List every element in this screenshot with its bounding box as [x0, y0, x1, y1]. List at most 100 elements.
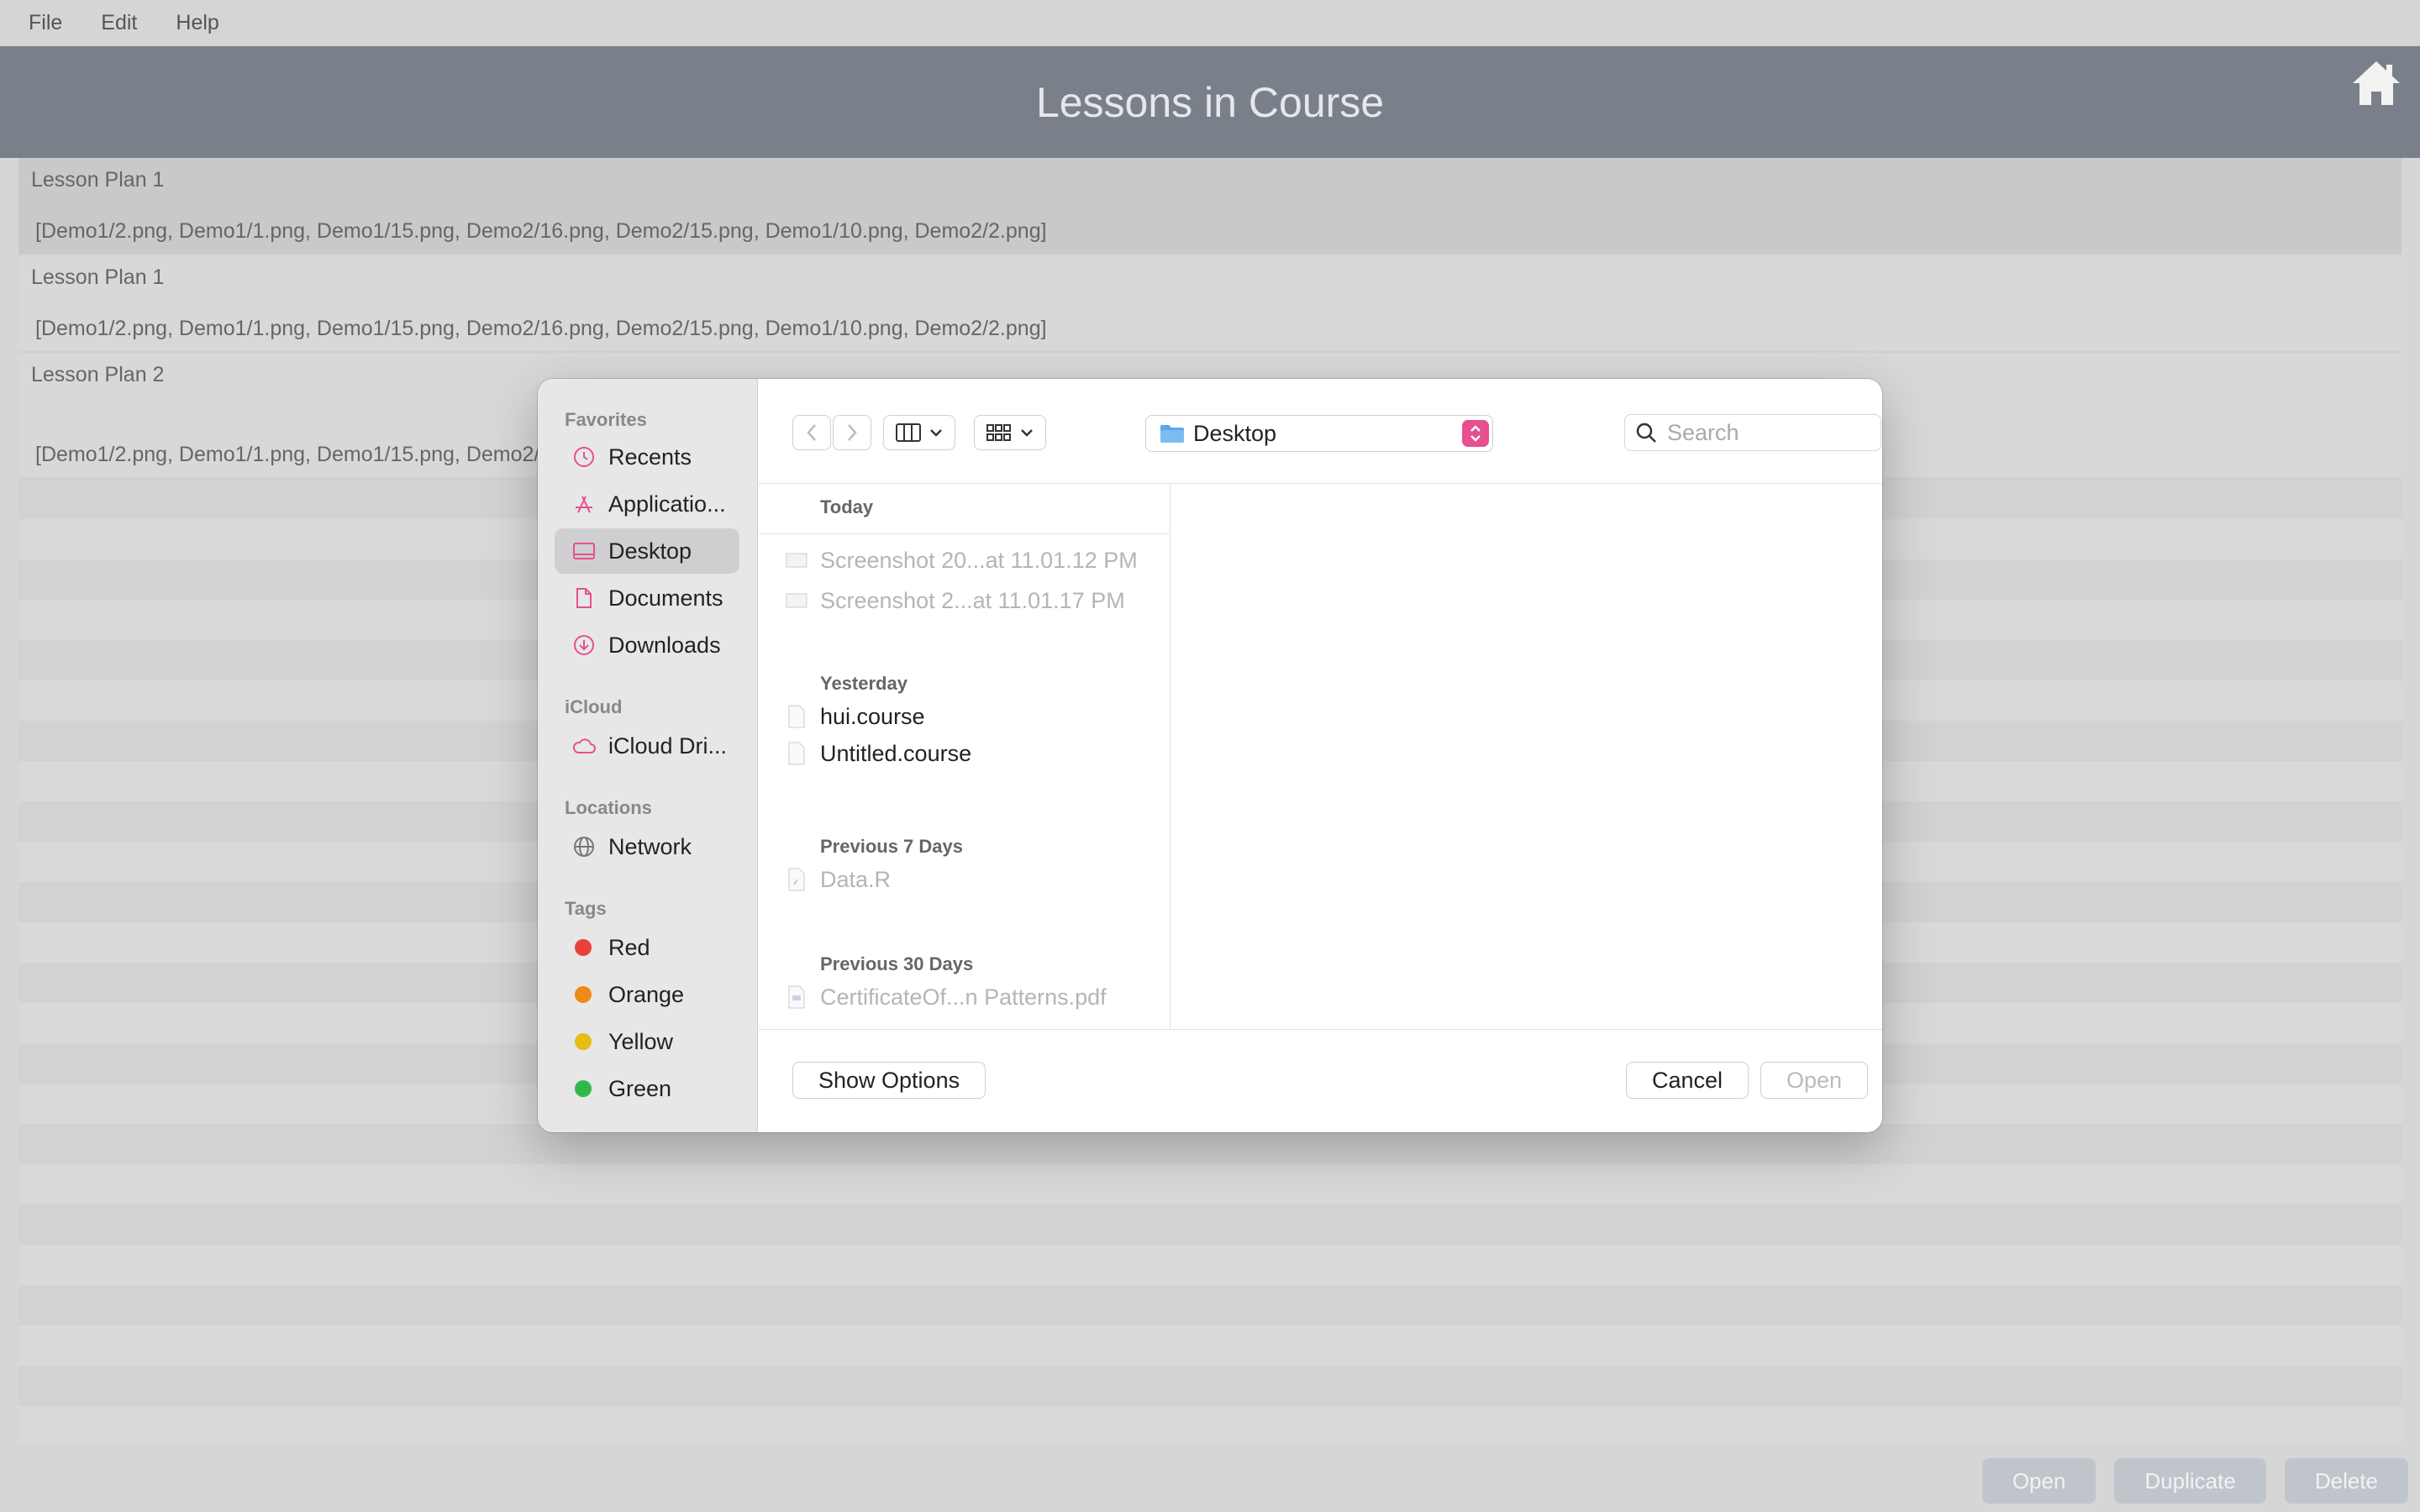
favorites-section-title: Favorites — [565, 409, 647, 430]
lesson-images: [Demo1/2.png, Demo1/1.png, Demo1/15.png,… — [35, 443, 564, 466]
back-button[interactable] — [792, 415, 831, 450]
locations-section-title: Locations — [565, 797, 652, 818]
file-name: Screenshot 2...at 11.01.17 PM — [820, 587, 1125, 613]
duplicate-button[interactable]: Duplicate — [2114, 1458, 2266, 1504]
file-item[interactable]: Untitled.course — [786, 737, 971, 770]
open-file-button[interactable]: Open — [1760, 1062, 1869, 1099]
forward-button[interactable] — [833, 415, 871, 450]
icloud-section-title: iCloud — [565, 696, 623, 717]
file-name: hui.course — [820, 703, 925, 729]
sidebar-item-documents[interactable]: Documents — [555, 575, 739, 621]
file-item[interactable]: Screenshot 2...at 11.01.17 PM — [786, 584, 1125, 617]
applications-icon — [571, 491, 597, 517]
menu-bar: File Edit Help — [0, 0, 2420, 46]
sidebar-item-label: Orange — [608, 981, 685, 1007]
menu-file[interactable]: File — [29, 11, 62, 35]
r-script-file-icon — [786, 867, 808, 892]
bottom-actions: Open Duplicate Delete — [1981, 1458, 2408, 1504]
lesson-name: Lesson Plan 2 — [31, 363, 165, 386]
sidebar-item-label: Yellow — [608, 1028, 674, 1054]
open-file-dialog: Favorites Recents Applicatio... Desktop … — [538, 379, 1882, 1132]
file-name: CertificateOf...n Patterns.pdf — [820, 984, 1107, 1010]
sidebar-item-label: Desktop — [608, 538, 692, 564]
search-field[interactable] — [1624, 414, 1881, 451]
sidebar-item-label: Recents — [608, 444, 692, 470]
group-yesterday: Yesterday — [820, 673, 908, 694]
sidebar-item-label: Documents — [608, 585, 723, 611]
pdf-file-icon — [786, 984, 808, 1010]
dialog-toolbar: Desktop — [759, 379, 1882, 484]
group-previous-30-days: Previous 30 Days — [820, 953, 974, 974]
red-tag-icon — [575, 939, 592, 956]
chevron-right-icon — [848, 424, 857, 441]
green-tag-icon — [575, 1080, 592, 1097]
dialog-sidebar: Favorites Recents Applicatio... Desktop … — [538, 379, 758, 1132]
file-item[interactable]: Data.R — [786, 863, 891, 896]
page-title: Lessons in Course — [1035, 79, 1385, 126]
group-today: Today — [820, 496, 874, 517]
file-list: Today Screenshot 20...at 11.01.12 PM Scr… — [759, 485, 1171, 1029]
lesson-name: Lesson Plan 1 — [31, 265, 165, 289]
preview-pane — [1171, 485, 1882, 1029]
delete-button[interactable]: Delete — [2284, 1458, 2408, 1504]
document-file-icon — [786, 741, 808, 766]
download-icon — [571, 633, 597, 658]
view-mode-button[interactable] — [883, 415, 955, 450]
grid-icon — [986, 424, 1011, 441]
search-icon — [1636, 423, 1656, 443]
menu-help[interactable]: Help — [176, 11, 218, 35]
sidebar-item-applications[interactable]: Applicatio... — [555, 481, 739, 527]
location-popup[interactable]: Desktop — [1145, 415, 1493, 452]
home-icon[interactable] — [2349, 56, 2403, 110]
group-previous-7-days: Previous 7 Days — [820, 836, 963, 857]
group-by-button[interactable] — [974, 415, 1046, 450]
sidebar-item-desktop[interactable]: Desktop — [555, 528, 739, 574]
tags-section-title: Tags — [565, 898, 607, 919]
sidebar-item-downloads[interactable]: Downloads — [555, 622, 739, 668]
sidebar-tag-green[interactable]: Green — [555, 1066, 739, 1111]
search-input[interactable] — [1667, 419, 1869, 446]
document-icon — [571, 585, 597, 611]
chevron-left-icon — [807, 424, 816, 441]
chevron-down-icon — [1021, 429, 1033, 437]
file-item[interactable]: CertificateOf...n Patterns.pdf — [786, 980, 1107, 1014]
file-item[interactable]: Screenshot 20...at 11.01.12 PM — [786, 543, 1138, 577]
clock-icon — [571, 444, 597, 470]
dialog-main: Desktop Today Screenshot 20...at 11.01.1… — [759, 379, 1882, 1132]
menu-edit[interactable]: Edit — [101, 11, 137, 35]
desktop-icon — [571, 538, 597, 564]
sidebar-item-label: Red — [608, 934, 650, 960]
folder-icon — [1160, 425, 1184, 443]
cancel-button[interactable]: Cancel — [1626, 1062, 1749, 1099]
lesson-name: Lesson Plan 1 — [31, 168, 165, 192]
sidebar-tag-red[interactable]: Red — [555, 925, 739, 970]
sidebar-item-icloud-drive[interactable]: iCloud Dri... — [555, 723, 739, 769]
dialog-footer: Show Options Cancel Open — [759, 1029, 1882, 1132]
sidebar-item-label: Applicatio... — [608, 491, 726, 517]
open-button[interactable]: Open — [1981, 1458, 2096, 1504]
sidebar-tag-yellow[interactable]: Yellow — [555, 1019, 739, 1064]
lesson-images: [Demo1/2.png, Demo1/1.png, Demo1/15.png,… — [35, 317, 1047, 340]
file-item[interactable]: hui.course — [786, 700, 925, 733]
location-label: Desktop — [1193, 420, 1277, 446]
sidebar-item-network[interactable]: Network — [555, 824, 739, 869]
columns-view-icon — [896, 423, 921, 442]
sidebar-tag-orange[interactable]: Orange — [555, 972, 739, 1017]
image-file-icon — [786, 548, 808, 573]
sidebar-item-label: Downloads — [608, 632, 721, 658]
orange-tag-icon — [575, 986, 592, 1003]
file-name: Untitled.course — [820, 740, 972, 766]
yellow-tag-icon — [575, 1033, 592, 1050]
image-file-icon — [786, 588, 808, 613]
document-file-icon — [786, 704, 808, 729]
file-name: Data.R — [820, 866, 892, 892]
divider — [759, 533, 1171, 534]
app-header: Lessons in Course — [0, 46, 2420, 158]
show-options-button[interactable]: Show Options — [792, 1062, 986, 1099]
sidebar-item-recents[interactable]: Recents — [555, 434, 739, 480]
list-item[interactable]: Lesson Plan 1 [Demo1/2.png, Demo1/1.png,… — [18, 158, 2402, 255]
lesson-images: [Demo1/2.png, Demo1/1.png, Demo1/15.png,… — [35, 219, 1047, 243]
globe-icon — [571, 834, 597, 859]
file-name: Screenshot 20...at 11.01.12 PM — [820, 547, 1138, 573]
list-item[interactable]: Lesson Plan 1 [Demo1/2.png, Demo1/1.png,… — [18, 255, 2402, 353]
